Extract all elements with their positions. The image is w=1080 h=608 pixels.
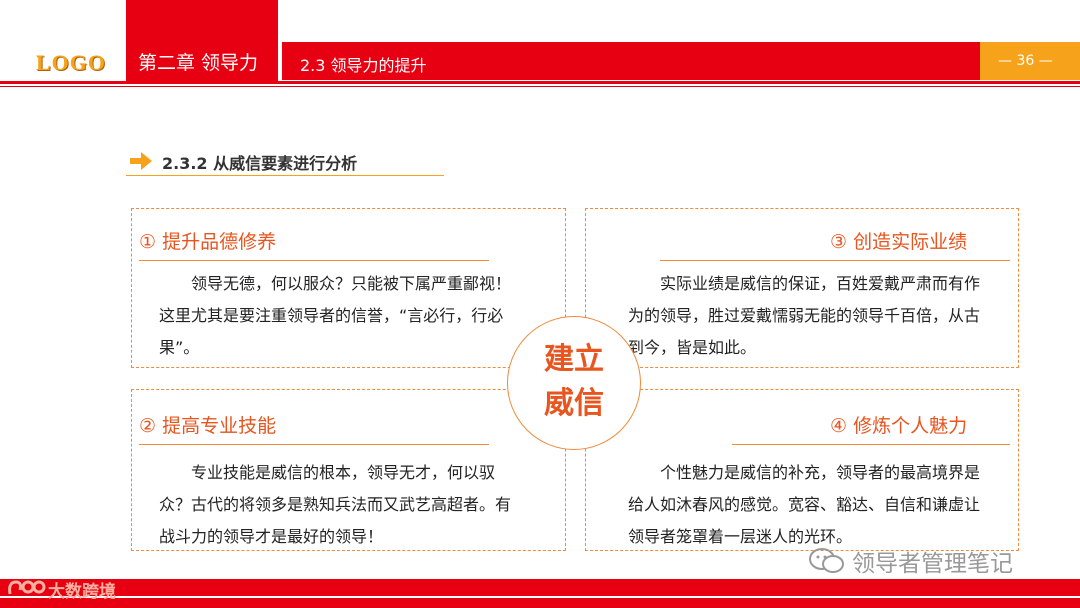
footer-brand: 大数跨境 bbox=[48, 582, 116, 602]
card-performance-divider bbox=[660, 260, 1010, 261]
card-moral-body: 领导无德，何以服众？只能被下属严重鄙视！这里尤其是要注重领导者的信誉，“言必行，… bbox=[159, 274, 512, 357]
header-divider bbox=[0, 81, 1080, 84]
card-skill-divider bbox=[139, 444, 489, 445]
chapter-title: 第二章 领导力 bbox=[138, 52, 259, 74]
footer-bar-bottom bbox=[0, 598, 1080, 608]
card-charisma-body: 个性魅力是威信的补充，领导者的最高境界是给人如沐春风的感觉。宽容、豁达、自信和谦… bbox=[628, 463, 981, 546]
card-performance-body: 实际业绩是威信的保证，百姓爱戴严肃而有作为的领导，胜过爱戴懦弱无能的领导千百倍，… bbox=[628, 274, 981, 357]
card-charisma-divider bbox=[732, 444, 1010, 445]
card-charisma-title: ④ 修炼个人魅力 bbox=[830, 415, 968, 437]
section-title: 2.3 领导力的提升 bbox=[300, 56, 427, 75]
header-divider-thin bbox=[0, 86, 1080, 87]
brand-logo-icon bbox=[8, 580, 46, 595]
card-moral-title: ① 提升品德修养 bbox=[139, 231, 277, 253]
page-number: — 36 — bbox=[998, 53, 1053, 69]
watermark-text: 领导者管理笔记 bbox=[852, 551, 1013, 577]
footer-bar bbox=[0, 579, 1080, 596]
center-badge-line2: 威信 bbox=[544, 386, 604, 421]
card-performance-title: ③ 创造实际业绩 bbox=[830, 231, 968, 253]
subsection-underline bbox=[126, 175, 444, 176]
card-skill-title: ② 提高专业技能 bbox=[139, 415, 277, 437]
card-moral-divider bbox=[139, 260, 489, 261]
section-bar: 2.3 领导力的提升 bbox=[282, 42, 980, 80]
page-number-box: — 36 — bbox=[980, 42, 1080, 80]
logo: LOGO bbox=[36, 50, 107, 75]
chapter-tab: 第二章 领导力 bbox=[126, 0, 278, 84]
subsection-title: 2.3.2 从威信要素进行分析 bbox=[162, 154, 358, 173]
wechat-icon bbox=[809, 548, 844, 573]
center-badge-line1: 建立 bbox=[544, 342, 604, 377]
center-badge: 建立 威信 bbox=[507, 338, 641, 426]
arrow-right-icon bbox=[130, 152, 152, 170]
card-skill-body: 专业技能是威信的根本，领导无才，何以驭众？古代的将领多是熟知兵法而又武艺高超者。… bbox=[159, 463, 512, 546]
